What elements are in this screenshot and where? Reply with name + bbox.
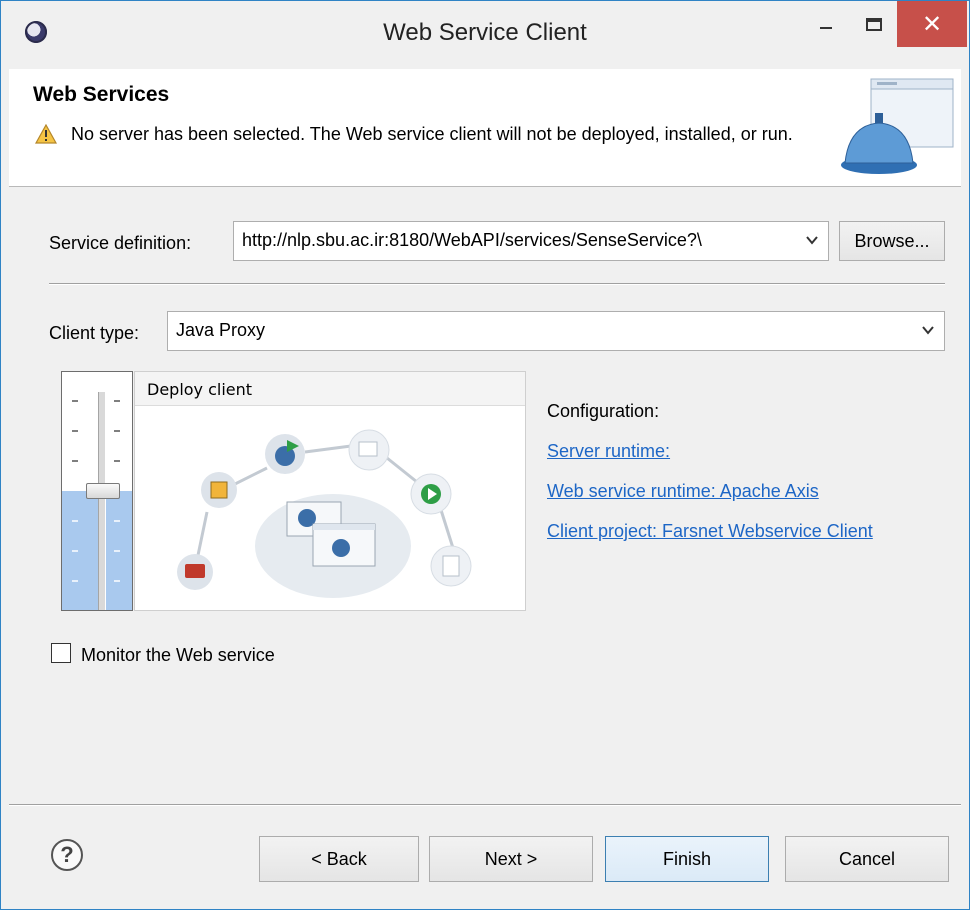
service-definition-combo[interactable]: http://nlp.sbu.ac.ir:8180/WebAPI/service… — [233, 221, 829, 261]
web-service-runtime-link[interactable]: Web service runtime: Apache Axis — [547, 481, 819, 502]
server-runtime-link[interactable]: Server runtime: — [547, 441, 670, 462]
service-definition-value: http://nlp.sbu.ac.ir:8180/WebAPI/service… — [242, 230, 702, 250]
slider-tick — [114, 550, 120, 552]
slider-tick — [72, 580, 78, 582]
warning-message: No server has been selected. The Web ser… — [71, 124, 793, 144]
wizard-banner: Web Services No server has been selected… — [9, 69, 961, 187]
footer-separator — [9, 804, 961, 806]
monitor-label: Monitor the Web service — [81, 645, 275, 665]
diagram-title-bar: Deploy client — [135, 372, 525, 406]
slider-tick — [72, 520, 78, 522]
monitor-checkbox[interactable] — [51, 643, 71, 663]
client-type-label: Client type: — [49, 323, 140, 343]
slider-tick — [72, 430, 78, 432]
minimize-icon — [820, 27, 832, 29]
help-icon[interactable]: ? — [51, 839, 83, 871]
next-button[interactable]: Next > — [429, 836, 593, 882]
deploy-client-illustration — [177, 429, 472, 598]
client-project-link[interactable]: Client project: Farsnet Webservice Clien… — [547, 521, 873, 542]
back-button[interactable]: < Back — [259, 836, 419, 882]
warning-icon — [35, 124, 57, 144]
slider-tick — [114, 580, 120, 582]
slider-track — [98, 392, 106, 610]
client-type-combo[interactable]: Java Proxy — [167, 311, 945, 351]
deployment-level-label: Deploy client — [147, 380, 253, 399]
maximize-icon — [866, 17, 882, 31]
close-button[interactable]: ✕ — [897, 1, 967, 47]
deployment-level-slider[interactable] — [61, 371, 133, 611]
web-service-bell-icon — [841, 78, 954, 174]
chevron-down-icon — [806, 236, 818, 245]
slider-tick — [72, 400, 78, 402]
slider-tick — [72, 550, 78, 552]
browse-button[interactable]: Browse... — [839, 221, 945, 261]
configuration-heading: Configuration: — [547, 401, 660, 421]
service-definition-label: Service definition: — [49, 233, 192, 253]
close-icon: ✕ — [921, 10, 943, 38]
client-type-value: Java Proxy — [176, 320, 266, 340]
finish-button[interactable]: Finish — [605, 836, 769, 882]
slider-tick — [72, 460, 78, 462]
separator — [49, 283, 945, 285]
title-bar: Web Service Client ✕ — [1, 1, 969, 69]
banner-title: Web Services — [33, 83, 170, 106]
dialog-window: Web Service Client ✕ Web Services No ser… — [0, 0, 970, 910]
slider-tick — [114, 460, 120, 462]
deployment-diagram: Deploy client — [134, 371, 526, 611]
slider-tick — [114, 400, 120, 402]
maximize-button[interactable] — [851, 1, 897, 47]
slider-thumb[interactable] — [86, 483, 120, 499]
cancel-button[interactable]: Cancel — [785, 836, 949, 882]
slider-tick — [114, 430, 120, 432]
slider-tick — [114, 520, 120, 522]
chevron-down-icon — [922, 326, 934, 335]
minimize-button[interactable] — [803, 1, 849, 47]
